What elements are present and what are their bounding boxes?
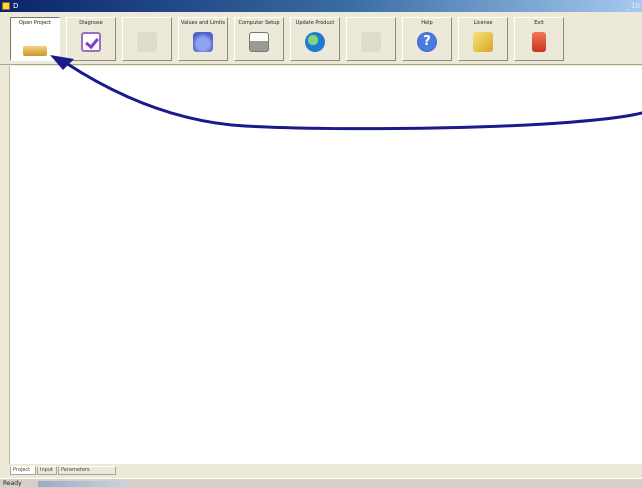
application-window: D _ 10 Open Project Diagnose Values and … (0, 0, 642, 488)
annotation-arrowhead (50, 55, 74, 70)
annotation-arrow (50, 55, 642, 131)
annotation-arrow-shaft (64, 61, 642, 131)
